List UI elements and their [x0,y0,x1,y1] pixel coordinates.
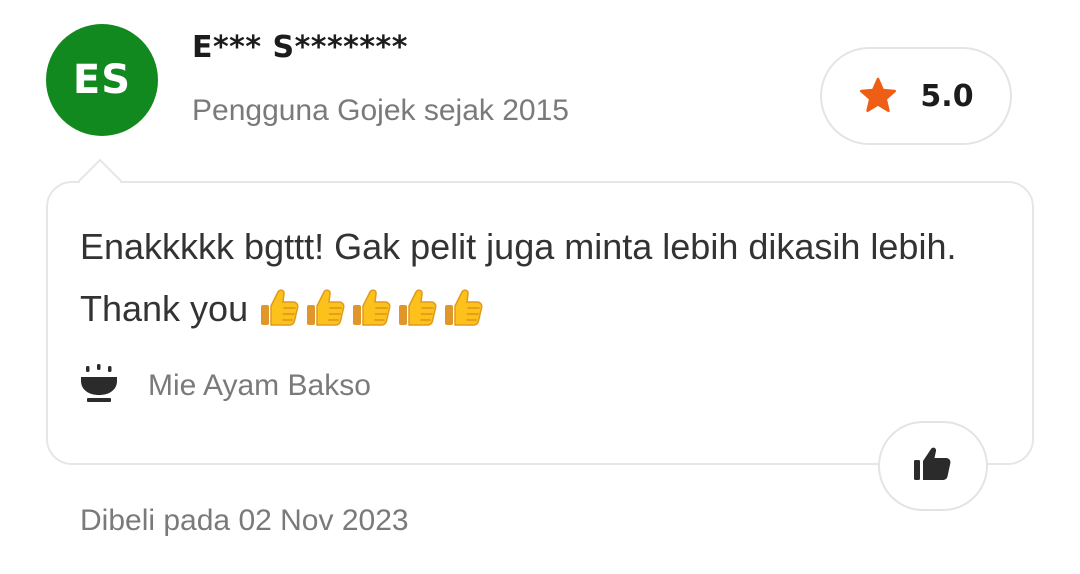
review-emojis [258,286,484,328]
thumbs-up-icon [258,286,300,328]
rating-badge: 5.0 [820,47,1012,145]
reviewer-member-since: Pengguna Gojek sejak 2015 [192,94,569,127]
dish-name: Mie Ayam Bakso [148,369,371,402]
purchase-date: Dibeli pada 02 Nov 2023 [80,504,409,537]
thumbs-up-icon [350,286,392,328]
bowl-icon [80,363,118,409]
dish-row: Mie Ayam Bakso [80,363,371,409]
review-text: Enakkkkk bgttt! Gak pelit juga minta leb… [80,226,957,329]
reviewer-name: E*** S******* [192,30,408,65]
rating-value: 5.0 [920,78,974,114]
avatar: ES [46,24,158,136]
thumbs-up-icon [304,286,346,328]
thumbs-up-icon [396,286,438,328]
avatar-initials: ES [72,57,132,103]
review-text-block: Enakkkkk bgttt! Gak pelit juga minta leb… [80,216,980,340]
like-button[interactable] [878,421,988,511]
thumbs-up-icon [913,445,953,488]
thumbs-up-icon [442,286,484,328]
bubble-tail [78,159,122,183]
star-icon [858,77,898,115]
